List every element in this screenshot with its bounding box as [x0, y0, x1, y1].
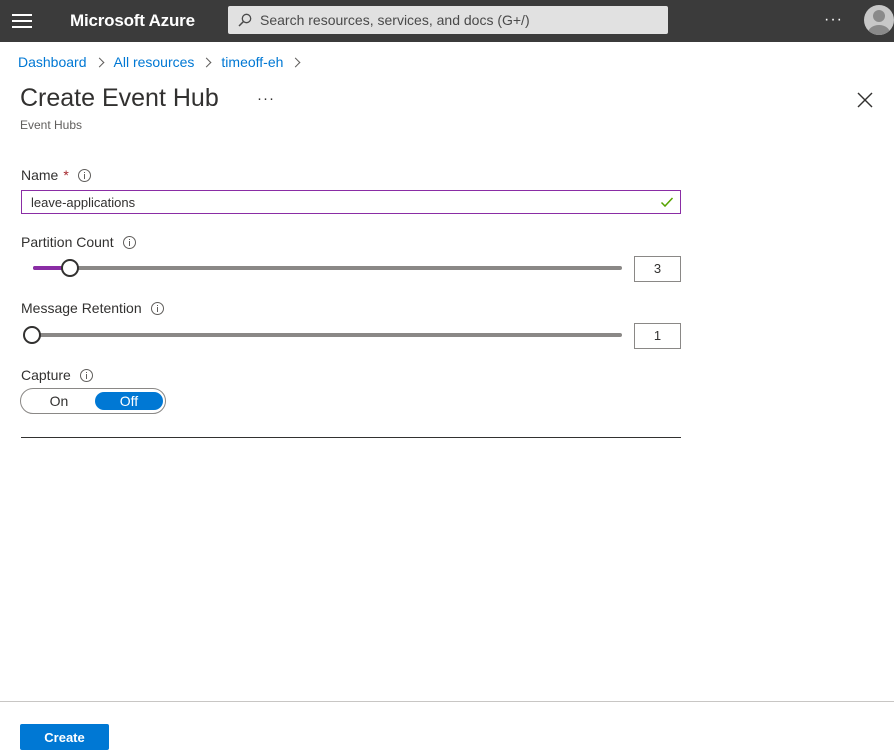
required-marker: *: [63, 167, 69, 183]
user-avatar-icon[interactable]: [864, 5, 894, 35]
name-input[interactable]: [21, 190, 681, 214]
name-label-text: Name: [21, 167, 59, 183]
message-retention-value-box[interactable]: 1: [634, 323, 681, 349]
page-title: Create Event Hub: [20, 84, 219, 112]
chevron-right-icon: [290, 57, 301, 67]
breadcrumb-dashboard[interactable]: Dashboard: [18, 54, 87, 70]
capture-label: Capture: [21, 367, 93, 383]
search-input[interactable]: [260, 12, 660, 28]
breadcrumb: Dashboard All resources timeoff-eh: [18, 54, 310, 70]
partition-count-value-box[interactable]: 3: [634, 256, 681, 282]
brand-title[interactable]: Microsoft Azure: [70, 11, 195, 31]
capture-off-option[interactable]: Off: [95, 392, 163, 410]
partition-count-label: Partition Count: [21, 234, 136, 250]
checkmark-icon: [660, 197, 674, 208]
message-retention-label-text: Message Retention: [21, 300, 142, 316]
top-more-button[interactable]: ···: [824, 11, 843, 29]
info-icon[interactable]: [122, 235, 136, 249]
partition-count-label-text: Partition Count: [21, 234, 114, 250]
info-icon[interactable]: [79, 368, 93, 382]
chevron-right-icon: [201, 57, 212, 67]
search-icon: [238, 13, 252, 27]
top-bar: Microsoft Azure ···: [0, 0, 894, 42]
chevron-right-icon: [94, 57, 104, 67]
section-divider: [21, 437, 681, 438]
info-icon[interactable]: [150, 301, 164, 315]
info-icon[interactable]: [77, 168, 91, 182]
global-search[interactable]: [228, 6, 668, 34]
capture-on-option[interactable]: On: [25, 392, 93, 410]
message-retention-label: Message Retention: [21, 300, 164, 316]
close-icon[interactable]: [855, 90, 875, 110]
create-button[interactable]: Create: [20, 724, 109, 750]
page-subtitle: Event Hubs: [20, 118, 83, 132]
capture-toggle[interactable]: On Off: [20, 388, 166, 414]
breadcrumb-all-resources[interactable]: All resources: [114, 54, 195, 70]
hamburger-menu-icon[interactable]: [12, 12, 32, 30]
partition-count-slider-thumb[interactable]: [61, 259, 79, 277]
partition-count-slider-track[interactable]: [33, 266, 622, 270]
message-retention-slider-track[interactable]: [33, 333, 622, 337]
footer-divider: [0, 701, 894, 702]
title-more-button[interactable]: ···: [257, 90, 275, 107]
name-label: Name *: [21, 167, 91, 183]
capture-label-text: Capture: [21, 367, 71, 383]
breadcrumb-timeoff-eh[interactable]: timeoff-eh: [221, 54, 283, 70]
message-retention-slider-thumb[interactable]: [23, 326, 41, 344]
